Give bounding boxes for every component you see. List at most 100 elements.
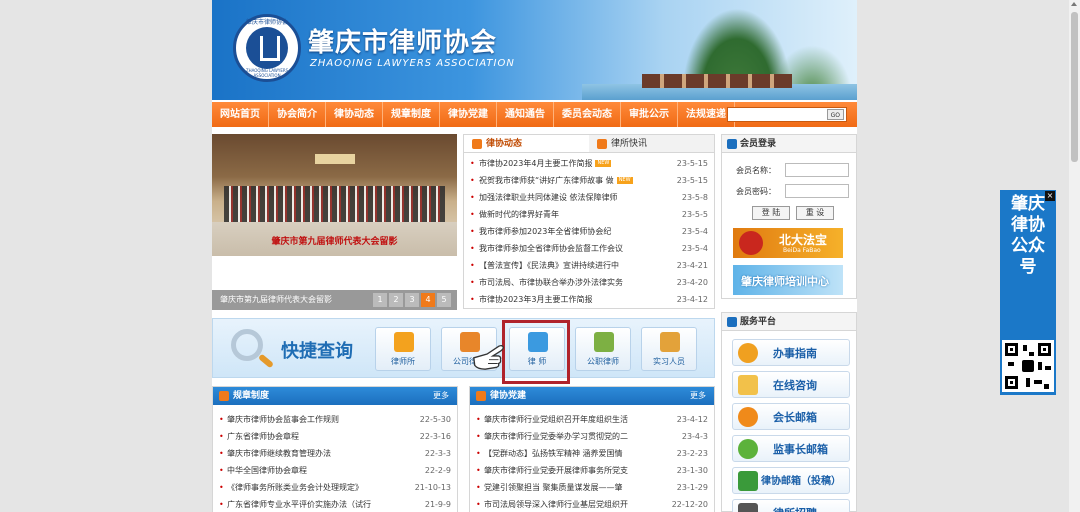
list-item[interactable]: 市司法局领导深入律师行业基层党组织开22-12-20 [476, 496, 708, 512]
supervisor-mailbox-button[interactable]: 监事长邮箱 [732, 435, 850, 462]
news-tab-icon [472, 139, 482, 149]
scrollbar-thumb[interactable] [1071, 12, 1078, 162]
nav-approval[interactable]: 审批公示 [621, 102, 678, 127]
list-item[interactable]: 肇庆市律师行业党委举办学习贯彻党的二23-4-3 [476, 428, 708, 445]
nav-news[interactable]: 律协动态 [326, 102, 383, 127]
news-item[interactable]: 祝贺我市律师获“讲好广东律师故事 做NEW23-5-15 [470, 172, 708, 189]
news-item[interactable]: 市律协2023年3月主要工作简报23-4-12 [470, 291, 708, 308]
scroll-up-arrow-icon[interactable] [1071, 2, 1077, 6]
highlight-box [502, 320, 570, 384]
list-item[interactable]: 党建引领聚担当 聚集质量谋发展——肇23-1-29 [476, 479, 708, 496]
list-item[interactable]: 肇庆市律师继续教育管理办法22-3-3 [219, 445, 451, 462]
online-consult-button[interactable]: 在线咨询 [732, 371, 850, 398]
party-panel: 律协党建 更多 肇庆市律师行业党组织召开年度组织生活23-4-12 肇庆市律师行… [469, 386, 715, 512]
firm-recruitment-button[interactable]: 律所招聘 [732, 499, 850, 512]
wechat-float-widget: × 肇庆律协公众号 [1000, 190, 1056, 395]
search-input[interactable]: GO [727, 107, 847, 122]
nav-home[interactable]: 网站首页 [212, 102, 269, 127]
tab-label: 律所快讯 [611, 139, 648, 149]
wechat-float-text: 肇庆律协公众号 [1011, 194, 1045, 277]
search-button[interactable]: GO [826, 109, 844, 120]
username-field[interactable] [785, 163, 849, 177]
magnifier-icon [231, 329, 263, 361]
slider-page-3[interactable]: 3 [405, 293, 419, 307]
president-mailbox-button[interactable]: 会长邮箱 [732, 403, 850, 430]
qr-center-logo [1022, 360, 1034, 372]
login-button[interactable]: 登 陆 [752, 206, 790, 220]
slider-page-2[interactable]: 2 [389, 293, 403, 307]
list-item[interactable]: 中华全国律师协会章程22-2-9 [219, 462, 451, 479]
list-item[interactable]: 广东省律师协会章程22-3-16 [219, 428, 451, 445]
qr-code [1002, 340, 1054, 392]
news-panel: 律协动态 律所快讯 市律协2023年4月主要工作简报NEW23-5-15 祝贺我… [463, 134, 715, 309]
site-title: 肇庆市律师协会 [308, 28, 498, 58]
slider-photo[interactable]: 肇庆市第九届律师代表大会留影 [212, 134, 457, 256]
page: 肇庆市律师协会 ZHAOQING LAWYERS ASSOCIATION 肇庆市… [212, 0, 857, 512]
service-title: 服务平台 [740, 317, 777, 327]
list-item[interactable]: 肇庆市律师行业党委开展律师事务所党支23-1-30 [476, 462, 708, 479]
quick-law-firm-button[interactable]: 律师所 [375, 327, 431, 371]
association-mailbox-button[interactable]: 律协邮箱（投稿） [732, 467, 850, 494]
news-item[interactable]: 我市律师参加2023年全省律师协会纪23-5-4 [470, 223, 708, 240]
news-item[interactable]: 做新时代的律界好青年23-5-5 [470, 206, 708, 223]
party-more-link[interactable]: 更多 [690, 387, 706, 405]
rules-header: 规章制度 更多 [213, 387, 457, 405]
rules-more-link[interactable]: 更多 [433, 387, 449, 405]
intern-icon [660, 332, 680, 352]
page-scrollbar[interactable] [1069, 0, 1080, 512]
reset-button[interactable]: 重 设 [796, 206, 834, 220]
quick-search-panel: 快捷查询 律师所 公司律师 律 师 公职律师 实习人员 [212, 318, 715, 378]
nav-committee[interactable]: 委员会动态 [554, 102, 621, 127]
nav-party[interactable]: 律协党建 [440, 102, 497, 127]
beida-fabao-banner[interactable]: 北大法宝 BeiDa FaBao [733, 228, 843, 258]
site-header: 肇庆市律师协会 ZHAOQING LAWYERS ASSOCIATION 肇庆市… [212, 0, 857, 100]
news-tab-icon [597, 139, 607, 149]
tab-firm-news[interactable]: 律所快讯 [589, 135, 714, 152]
slider-page-5[interactable]: 5 [437, 293, 451, 307]
slider-caption[interactable]: 肇庆市第九届律师代表大会留影 [220, 290, 332, 310]
login-title: 会员登录 [740, 139, 777, 149]
quick-intern-button[interactable]: 实习人员 [641, 327, 697, 371]
list-item[interactable]: 【党群动态】弘扬铁军精神 涵养爱国情23-2-23 [476, 445, 708, 462]
member-login-panel: 会员登录 会员名称： 会员密码： 登 陆 重 设 北大法宝 BeiDa FaBa… [721, 134, 857, 299]
news-item[interactable]: 加强法律职业共同体建设 依法保障律师23-5-8 [470, 189, 708, 206]
slider-caption-bar: 肇庆市第九届律师代表大会留影 1 2 3 4 5 [212, 290, 457, 310]
password-label: 会员密码： [736, 187, 776, 196]
list-item[interactable]: 肇庆市律师协会监事会工作规则22-5-30 [219, 411, 451, 428]
party-header: 律协党建 更多 [470, 387, 714, 405]
rules-title: 规章制度 [233, 391, 270, 401]
compass-icon [738, 343, 758, 363]
rules-panel: 规章制度 更多 肇庆市律师协会监事会工作规则22-5-30 广东省律师协会章程2… [212, 386, 458, 512]
main-nav: 网站首页 协会简介 律协动态 规章制度 律协党建 通知通告 委员会动态 审批公示… [212, 102, 857, 127]
service-icon [727, 317, 737, 327]
recruitment-icon [738, 503, 758, 512]
pointing-hand-icon [473, 344, 504, 370]
qr-finder [1005, 343, 1018, 356]
nav-rules[interactable]: 规章制度 [383, 102, 440, 127]
rules-list: 肇庆市律师协会监事会工作规则22-5-30 广东省律师协会章程22-3-16 肇… [213, 405, 457, 512]
nav-notices[interactable]: 通知通告 [497, 102, 554, 127]
nav-about[interactable]: 协会简介 [269, 102, 326, 127]
news-item[interactable]: 我市律师参加全省律师协会监督工作会议23-5-4 [470, 240, 708, 257]
fabao-seal-icon [739, 231, 763, 255]
news-item[interactable]: 市律协2023年4月主要工作简报NEW23-5-15 [470, 155, 708, 172]
service-guide-button[interactable]: 办事指南 [732, 339, 850, 366]
book-icon [738, 471, 758, 491]
training-center-banner[interactable]: 肇庆律师培训中心 [733, 265, 843, 295]
password-field[interactable] [785, 184, 849, 198]
quick-search-title: 快捷查询 [281, 341, 353, 362]
quick-public-lawyer-button[interactable]: 公职律师 [575, 327, 631, 371]
list-item[interactable]: 广东省律师专业水平评价实施办法（试行21-9-9 [219, 496, 451, 512]
group-photo-people [224, 186, 445, 226]
login-header: 会员登录 [722, 135, 856, 153]
news-list: 市律协2023年4月主要工作简报NEW23-5-15 祝贺我市律师获“讲好广东律… [464, 153, 714, 310]
slider-page-1[interactable]: 1 [373, 293, 387, 307]
association-logo[interactable]: 肇庆市律师协会 ZHAOQING LAWYERS ASSOCIATION [233, 14, 301, 82]
news-item[interactable]: 市司法局、市律协联合举办涉外法律实务23-4-20 [470, 274, 708, 291]
slider-page-4[interactable]: 4 [421, 293, 435, 307]
news-item[interactable]: 【普法宣传】《民法典》宣讲持续进行中23-4-21 [470, 257, 708, 274]
list-item[interactable]: 肇庆市律师行业党组织召开年度组织生活23-4-12 [476, 411, 708, 428]
tab-association-news[interactable]: 律协动态 [464, 135, 589, 152]
list-item[interactable]: 《律师事务所账类业务会计处理规定》21-10-13 [219, 479, 451, 496]
service-panel: 服务平台 办事指南 在线咨询 会长邮箱 监事长邮箱 律协邮箱（投稿） 律所招聘 [721, 312, 857, 512]
